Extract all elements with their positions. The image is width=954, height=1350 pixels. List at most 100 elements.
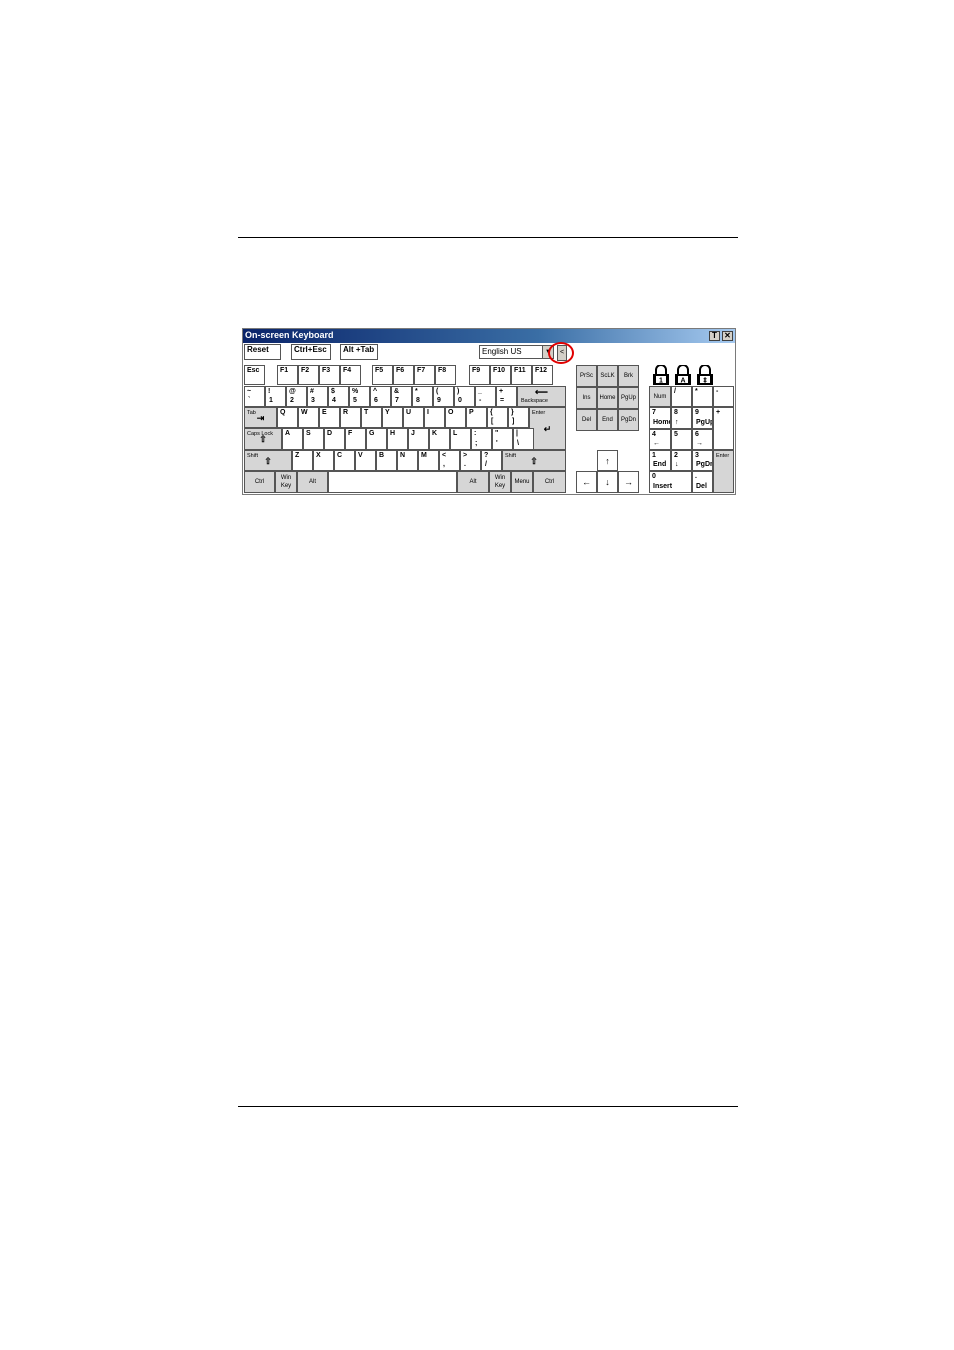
alt-tab-button[interactable]: Alt +Tab [340, 344, 378, 360]
key-prsc[interactable]: PrSc [576, 365, 597, 387]
key-np-3[interactable]: 3 PgDn [692, 450, 713, 471]
key-np-0[interactable]: 0 Insert [649, 471, 692, 493]
key-np-5[interactable]: 5 [671, 429, 692, 450]
key-esc[interactable]: Esc [244, 365, 265, 385]
key-z[interactable]: Z [292, 450, 313, 471]
key-arrow-left[interactable]: ← [576, 471, 597, 493]
key-num-0[interactable]: ) 0 [454, 386, 475, 407]
key-ctrl-right[interactable]: Ctrl [533, 471, 566, 493]
key-brk[interactable]: Brk [618, 365, 639, 387]
key-q[interactable]: Q [277, 407, 298, 428]
key-num-7[interactable]: & 7 [391, 386, 412, 407]
key-zpunct-1[interactable]: >. [460, 450, 481, 471]
key-np-sub[interactable]: - [713, 386, 734, 407]
key-p[interactable]: P [466, 407, 487, 428]
key-arrow-up[interactable]: ↑ [597, 450, 618, 471]
key-f9[interactable]: F9 [469, 365, 490, 385]
key-num-4[interactable]: $4 [328, 386, 349, 407]
key-j[interactable]: J [408, 428, 429, 450]
key-k[interactable]: K [429, 428, 450, 450]
key-menu[interactable]: Menu [511, 471, 533, 493]
key-w[interactable]: W [298, 407, 319, 428]
key-m[interactable]: M [418, 450, 439, 471]
key-win-left[interactable]: Win Key [275, 471, 297, 493]
key-ins[interactable]: Ins [576, 387, 597, 409]
key-numlock[interactable]: Num [649, 386, 671, 407]
key-n[interactable]: N [397, 450, 418, 471]
key-f[interactable]: F [345, 428, 366, 450]
key-backspace[interactable]: Backspace ⟵ [517, 386, 566, 407]
key-ctrl-left[interactable]: Ctrl [244, 471, 275, 493]
key-np-enter[interactable]: Enter [713, 450, 734, 493]
key-num-3[interactable]: #3 [307, 386, 328, 407]
key-punct-0[interactable]: :; [471, 428, 492, 450]
key-num-1[interactable]: ! 1 [265, 386, 286, 407]
key-num--[interactable]: _ - [475, 386, 496, 407]
key-arrow-down[interactable]: ↓ [597, 471, 618, 493]
key-np-9[interactable]: 9 PgUp [692, 407, 713, 429]
reset-button[interactable]: Reset [244, 344, 281, 360]
key-g[interactable]: G [366, 428, 387, 450]
key-punct-2[interactable]: | \ [513, 428, 534, 450]
key-np-1[interactable]: 1 End [649, 450, 671, 471]
key-num-5[interactable]: % 5 [349, 386, 370, 407]
key-num-`[interactable]: ~ ` [244, 386, 265, 407]
language-select[interactable]: English US ▼ [479, 345, 554, 359]
key-num-2[interactable]: @2 [286, 386, 307, 407]
key-sclk[interactable]: ScLK [597, 365, 618, 387]
key-pgup[interactable]: PgUp [618, 387, 639, 409]
key-alt-left[interactable]: Alt [297, 471, 328, 493]
key-np-8[interactable]: 8 ↑ [671, 407, 692, 429]
key-shift-left[interactable]: Shift ⇧ [244, 450, 292, 471]
key-v[interactable]: V [355, 450, 376, 471]
close-button[interactable]: ✕ [722, 331, 733, 341]
key-a[interactable]: A [282, 428, 303, 450]
key-np-2[interactable]: 2 ↓ [671, 450, 692, 471]
key-f10[interactable]: F10 [490, 365, 511, 385]
key-t[interactable]: T [361, 407, 382, 428]
key-bracket-0[interactable]: {[ [487, 407, 508, 428]
key-f4[interactable]: F4 [340, 365, 361, 385]
key-c[interactable]: C [334, 450, 355, 471]
key-shift-right[interactable]: Shift ⇧ [502, 450, 566, 471]
key-f2[interactable]: F2 [298, 365, 319, 385]
key-l[interactable]: L [450, 428, 471, 450]
key-tab[interactable]: Tab ⇥ [244, 407, 277, 428]
key-h[interactable]: H [387, 428, 408, 450]
key-zpunct-0[interactable]: <, [439, 450, 460, 471]
key-f3[interactable]: F3 [319, 365, 340, 385]
key-b[interactable]: B [376, 450, 397, 471]
key-f8[interactable]: F8 [435, 365, 456, 385]
key-np-div[interactable]: / [671, 386, 692, 407]
key-alt-right[interactable]: Alt [457, 471, 489, 493]
key-space[interactable] [328, 471, 457, 493]
key-d[interactable]: D [324, 428, 345, 450]
key-home[interactable]: Home [597, 387, 618, 409]
key-num-8[interactable]: * 8 [412, 386, 433, 407]
key-np-6[interactable]: 6 → [692, 429, 713, 450]
key-u[interactable]: U [403, 407, 424, 428]
key-num-9[interactable]: (9 [433, 386, 454, 407]
key-caps-lock[interactable]: Caps Lock ⇧ [244, 428, 282, 450]
key-f6[interactable]: F6 [393, 365, 414, 385]
key-win-right[interactable]: Win Key [489, 471, 511, 493]
key-f7[interactable]: F7 [414, 365, 435, 385]
key-num-=[interactable]: + = [496, 386, 517, 407]
key-x[interactable]: X [313, 450, 334, 471]
key-np-dot[interactable]: . Del [692, 471, 713, 493]
key-np-mul[interactable]: * [692, 386, 713, 407]
key-np-4[interactable]: 4 ← [649, 429, 671, 450]
key-zpunct-2[interactable]: ? / [481, 450, 502, 471]
key-enter[interactable]: Enter ↵ [529, 407, 566, 450]
key-del[interactable]: Del [576, 409, 597, 431]
key-s[interactable]: S [303, 428, 324, 450]
key-pgdn[interactable]: PgDn [618, 409, 639, 431]
key-o[interactable]: O [445, 407, 466, 428]
key-e[interactable]: E [319, 407, 340, 428]
key-bracket-1[interactable]: }] [508, 407, 529, 428]
key-f1[interactable]: F1 [277, 365, 298, 385]
ctrl-esc-button[interactable]: Ctrl+Esc [291, 344, 331, 360]
key-f5[interactable]: F5 [372, 365, 393, 385]
key-np-7[interactable]: 7 Home [649, 407, 671, 429]
key-f12[interactable]: F12 [532, 365, 553, 385]
